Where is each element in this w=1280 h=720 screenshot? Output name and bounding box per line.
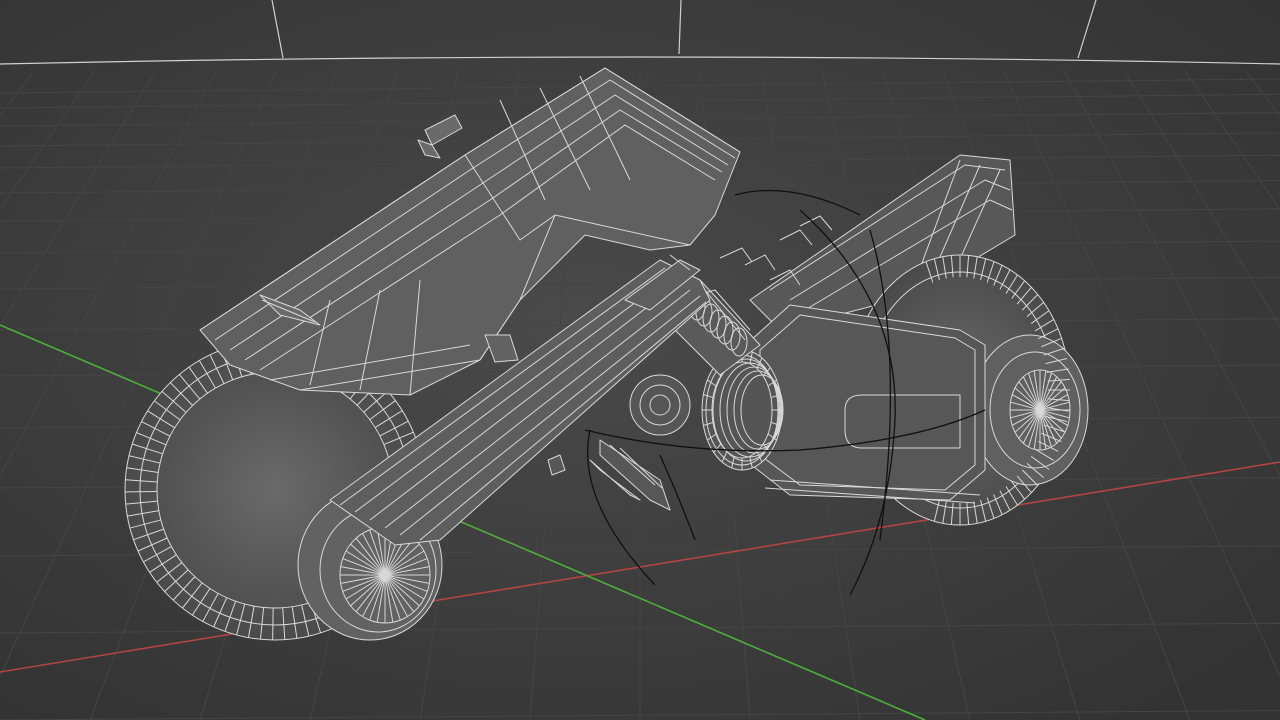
3d-viewport[interactable] — [0, 0, 1280, 720]
front-tread-block — [272, 607, 274, 640]
viewport-canvas[interactable] — [0, 0, 1280, 720]
